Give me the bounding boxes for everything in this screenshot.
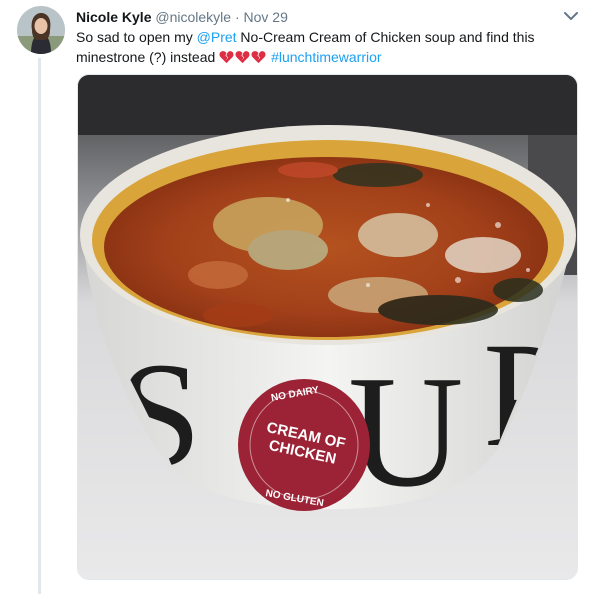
author-name[interactable]: Nicole Kyle [76, 9, 151, 25]
tweet-text-part1: So sad to open my [76, 29, 197, 45]
tweet-timestamp[interactable]: Nov 29 [244, 9, 288, 25]
soup-cup-photo: S U P NO DAIRY CREAM OF CHICKEN NO GLUTE… [78, 75, 577, 579]
tweet-header: Nicole Kyle @nicolekyle · Nov 29 [76, 8, 288, 26]
broken-heart-emoji [235, 51, 250, 64]
broken-heart-emoji [251, 51, 266, 64]
header-separator: · [234, 9, 240, 25]
mention-link[interactable]: @Pret [197, 29, 237, 45]
cream-of-chicken-sticker: NO DAIRY CREAM OF CHICKEN NO GLUTEN [238, 379, 370, 511]
author-handle[interactable]: @nicolekyle [155, 9, 231, 25]
chevron-down-icon[interactable] [562, 8, 580, 24]
tweet-text: So sad to open my @Pret No-Cream Cream o… [76, 27, 576, 67]
avatar-image [17, 6, 65, 54]
tweet-photo[interactable]: S U P NO DAIRY CREAM OF CHICKEN NO GLUTE… [77, 74, 578, 580]
thread-line [38, 58, 41, 594]
hashtag-link[interactable]: #lunchtimewarrior [271, 49, 381, 65]
broken-heart-emoji [219, 51, 234, 64]
avatar[interactable] [17, 6, 65, 54]
